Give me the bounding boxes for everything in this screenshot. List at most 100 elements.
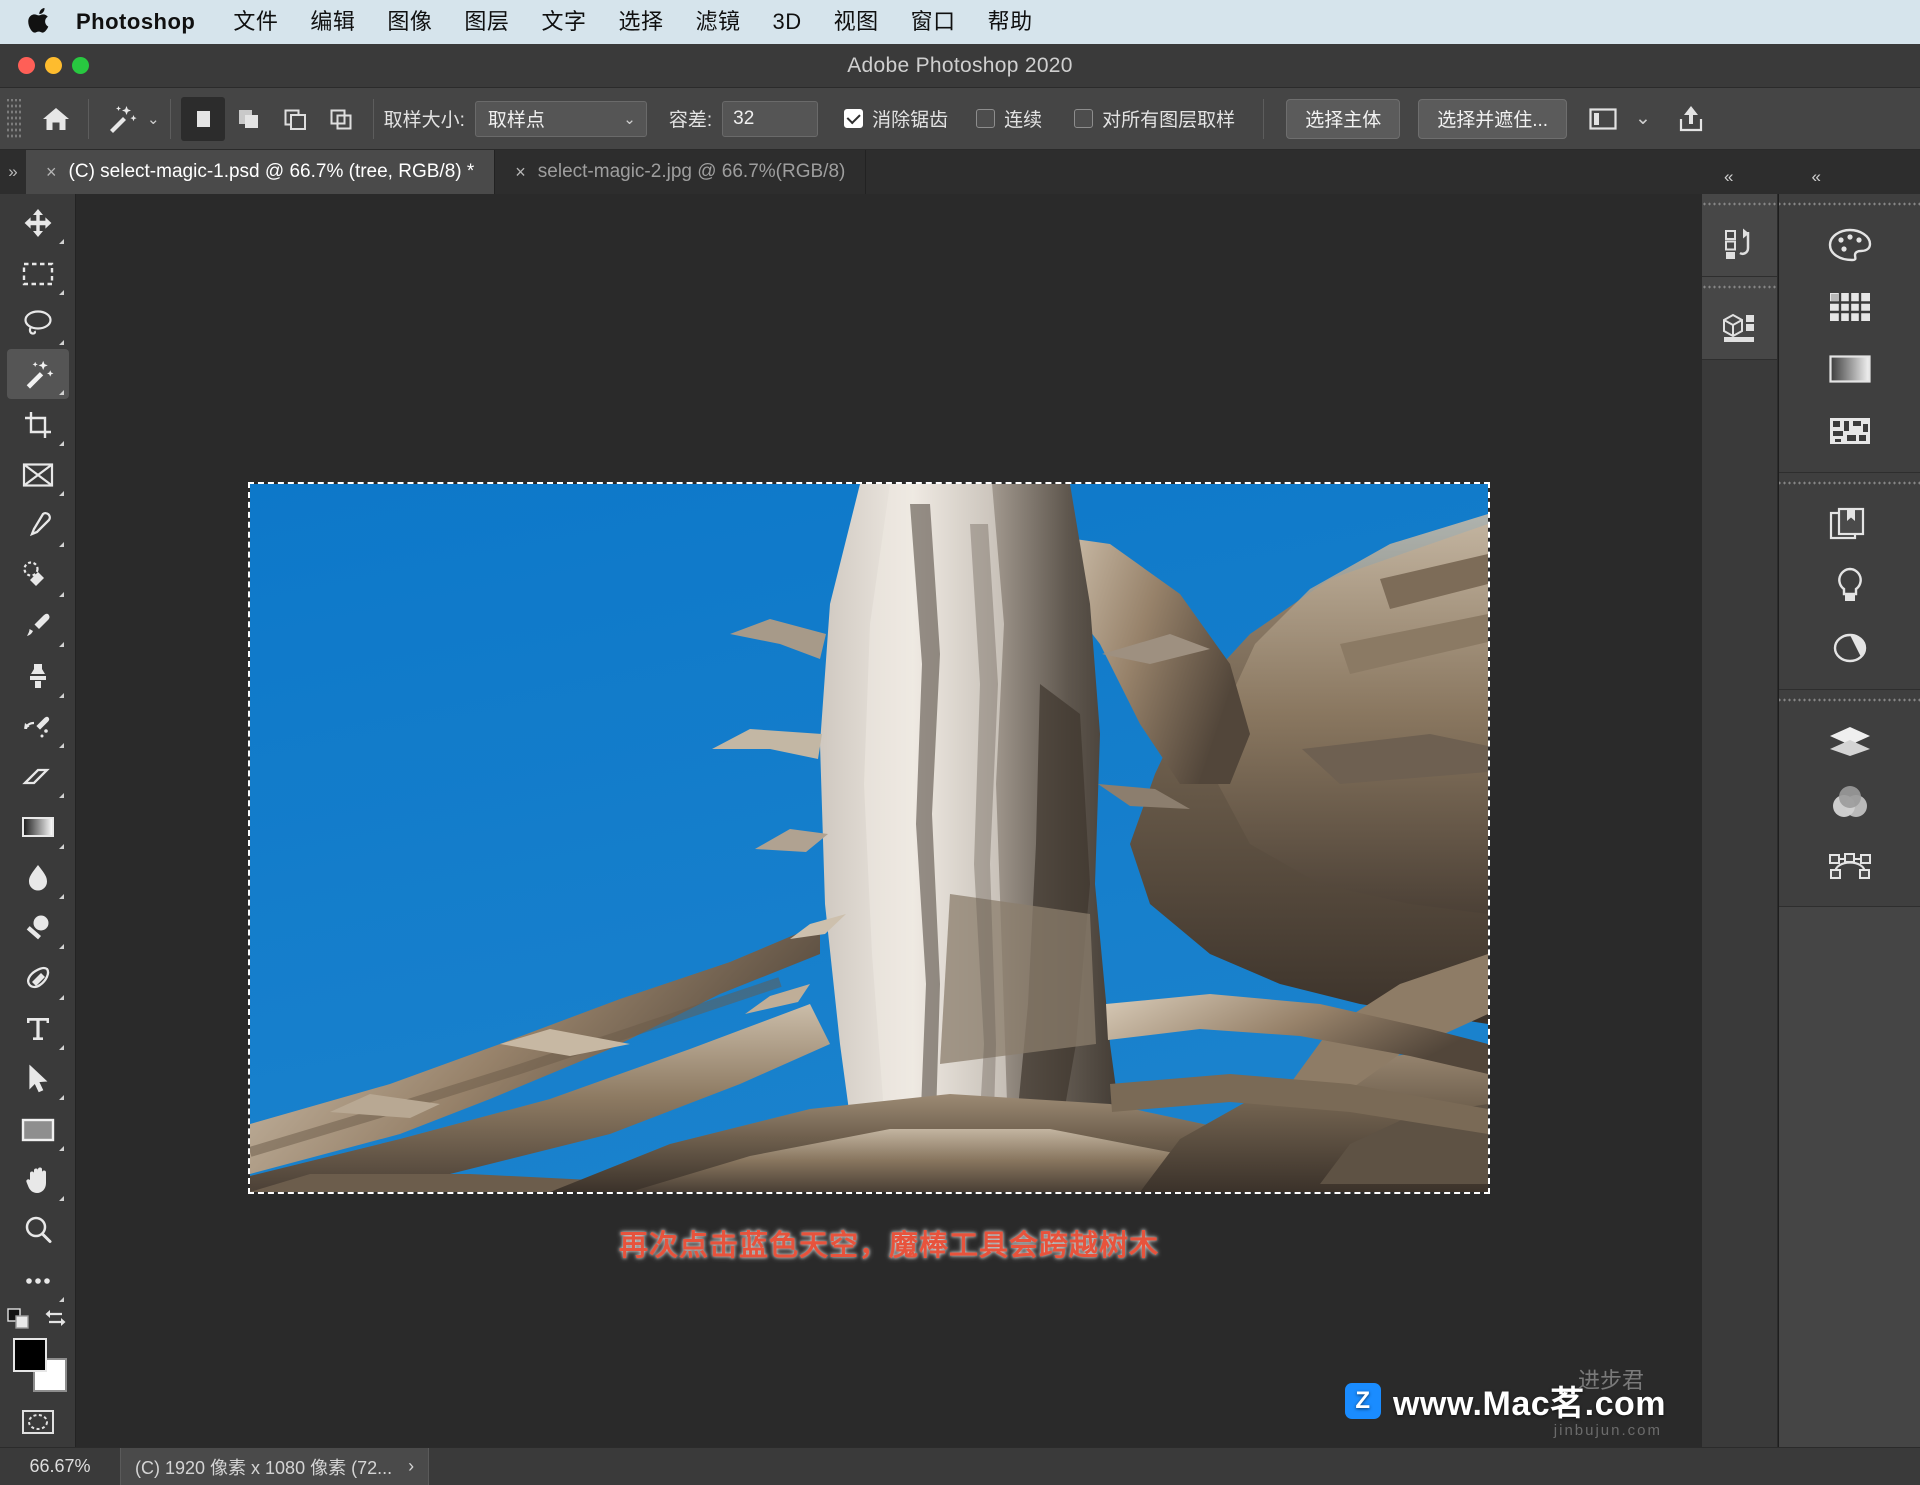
chevron-down-icon[interactable]: ⌄ [1635,107,1651,130]
gradients-panel-icon[interactable] [1779,338,1920,400]
history-panel-icon[interactable] [1702,214,1777,276]
select-subject-button[interactable]: 选择主体 [1286,98,1401,139]
active-tool-preset[interactable]: ⌄ [99,97,160,141]
menu-item-view[interactable]: 视图 [818,0,895,44]
menu-item-3d[interactable]: 3D [756,0,817,44]
workspace-panel-icon[interactable] [1581,97,1625,141]
new-selection-button[interactable] [180,96,225,141]
hand-tool-icon[interactable] [7,1155,69,1205]
home-icon[interactable] [34,97,78,141]
eyedropper-tool-icon[interactable] [7,500,69,550]
eraser-tool-icon[interactable] [7,752,69,802]
chevrons-left-icon[interactable]: « [1811,167,1820,187]
document-canvas[interactable] [248,482,1490,1194]
intersect-with-selection-button[interactable] [319,97,363,141]
select-and-mask-button[interactable]: 选择并遮住... [1418,98,1568,139]
zoom-tool-icon[interactable] [7,1205,69,1255]
lasso-tool-icon[interactable] [7,299,69,349]
menu-item-window[interactable]: 窗口 [895,0,972,44]
chevron-down-icon[interactable]: ⌄ [147,110,160,128]
rectangle-tool-icon[interactable] [7,1104,69,1154]
patterns-panel-icon[interactable] [1779,400,1920,462]
menu-item-edit[interactable]: 编辑 [294,0,371,44]
libraries-panel-icon[interactable] [1779,493,1920,555]
sample-all-layers-checkbox[interactable]: 对所有图层取样 [1074,105,1235,132]
spot-healing-brush-tool-icon[interactable] [7,551,69,601]
adjustments-panel-icon[interactable] [1779,555,1920,617]
menu-item-type[interactable]: 文字 [525,0,602,44]
close-icon[interactable]: × [515,162,526,183]
dodge-tool-icon[interactable] [7,903,69,953]
crop-tool-icon[interactable] [7,399,69,449]
swatches-grid-panel-icon[interactable] [1779,276,1920,338]
history-brush-tool-icon[interactable] [7,702,69,752]
menu-item-file[interactable]: 文件 [217,0,294,44]
clone-stamp-tool-icon[interactable] [7,651,69,701]
zoom-level[interactable]: 66.67% [0,1456,120,1477]
paths-panel-icon[interactable] [1779,834,1920,896]
layers-panel-icon[interactable] [1779,710,1920,772]
document-tab-select-magic-1[interactable]: × (C) select-magic-1.psd @ 66.7% (tree, … [26,150,496,194]
checkbox-icon [1074,109,1094,128]
menu-item-photoshop[interactable]: Photoshop [76,0,217,44]
panel-collapse-row: « « [1702,160,1920,194]
panel-grip[interactable] [1779,194,1920,214]
menu-item-select[interactable]: 选择 [602,0,679,44]
default-colors-icon[interactable] [6,1308,33,1330]
type-tool-icon[interactable] [7,1004,69,1054]
color-panel-group [1779,194,1920,473]
select-and-mask-label: 选择并遮住... [1437,110,1549,131]
gradient-tool-icon[interactable] [7,802,69,852]
chevrons-left-icon[interactable]: « [1724,167,1733,187]
swap-colors-icon[interactable] [43,1308,69,1330]
antialias-checkbox[interactable]: 消除锯齿 [844,105,948,132]
layers-panel-group [1779,690,1920,907]
canvas-area[interactable]: 再次点击蓝色天空，魔棒工具会跨越树木 Z www.Mac茗.com 进步君 ji… [76,194,1702,1447]
share-upload-icon[interactable] [1669,97,1713,141]
panel-grip[interactable] [1779,690,1920,710]
menu-item-help[interactable]: 帮助 [972,0,1049,44]
panel-grip[interactable] [1702,277,1777,297]
panel-column-primary [1779,194,1920,1447]
foreground-color-swatch[interactable] [12,1337,47,1372]
blur-tool-icon[interactable] [7,853,69,903]
contiguous-checkbox[interactable]: 连续 [976,105,1042,132]
pen-tool-icon[interactable] [7,953,69,1003]
magic-wand-icon[interactable] [99,97,143,141]
sample-size-select[interactable]: 取样点 ⌄ [474,100,647,137]
add-to-selection-button[interactable] [227,97,271,141]
quick-mask-icon[interactable] [7,1397,69,1447]
sample-size-label: 取样大小: [383,110,465,131]
document-tab-select-magic-2[interactable]: × select-magic-2.jpg @ 66.7%(RGB/8) [495,150,867,194]
chevron-right-icon[interactable]: › [408,1456,414,1477]
chevrons-right-icon[interactable]: » [0,150,26,194]
menu-item-image[interactable]: 图像 [371,0,448,44]
subtract-from-selection-button[interactable] [273,97,317,141]
selection-mode-group [180,96,363,141]
brush-tool-icon[interactable] [7,601,69,651]
frame-tool-icon[interactable] [7,450,69,500]
divider [169,98,171,139]
menu-item-layer[interactable]: 图层 [448,0,525,44]
close-icon[interactable]: × [46,162,57,183]
color-swatches-panel-icon[interactable] [1779,214,1920,276]
color-control-row [6,1308,69,1330]
3d-panel-icon[interactable] [1702,297,1777,359]
apple-logo-icon[interactable] [28,8,50,34]
image-content [250,484,1488,1192]
panel-grip[interactable] [1702,194,1777,214]
properties-panel-icon[interactable] [1779,617,1920,679]
magic-wand-tool-icon[interactable] [6,349,69,400]
tolerance-input[interactable]: 32 [722,100,819,137]
window-title: Adobe Photoshop 2020 [847,53,1073,77]
move-tool-icon[interactable] [7,198,69,248]
options-bar-grip[interactable] [6,98,22,139]
path-selection-tool-icon[interactable] [7,1054,69,1104]
menu-item-filter[interactable]: 滤镜 [679,0,756,44]
document-info[interactable]: (C) 1920 像素 x 1080 像素 (72... › [120,1447,430,1485]
edit-toolbar-icon[interactable] [7,1256,69,1306]
rectangular-marquee-tool-icon[interactable] [7,248,69,298]
channels-panel-icon[interactable] [1779,772,1920,834]
panel-grip[interactable] [1779,473,1920,493]
watermark-cn: 进步君 [1577,1368,1644,1393]
